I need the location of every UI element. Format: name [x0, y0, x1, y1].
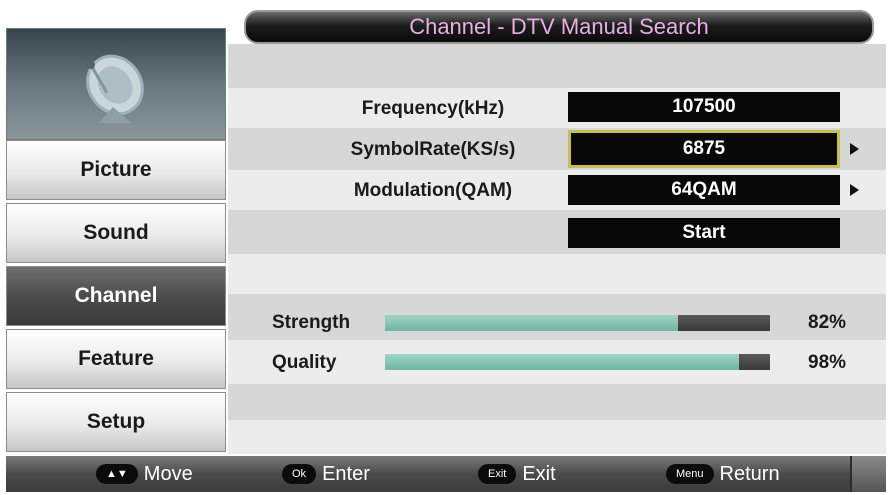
strength-row: Strength 82%: [228, 304, 886, 340]
modulation-value[interactable]: 64QAM: [568, 175, 840, 205]
modulation-arrow-icon[interactable]: [850, 184, 859, 196]
exit-key-icon: Exit: [478, 464, 517, 484]
return-hint: Menu Return: [666, 460, 780, 488]
frequency-label: Frequency(kHz): [361, 98, 505, 119]
spacer-row: [228, 294, 886, 304]
quality-percent: 98%: [808, 352, 847, 373]
symbol-rate-value[interactable]: 6875: [568, 130, 840, 168]
return-label: Return: [719, 462, 780, 485]
sidebar-item-picture[interactable]: Picture: [6, 140, 226, 200]
ok-key-icon: Ok: [282, 464, 317, 484]
sidebar: Picture Sound Channel Feature Setup: [6, 28, 226, 454]
quality-bar: [385, 354, 770, 370]
page-title: Channel - DTV Manual Search: [244, 10, 874, 44]
symbol-rate-arrow-icon[interactable]: [850, 143, 859, 155]
enter-label: Enter: [322, 462, 370, 485]
exit-hint: Exit Exit: [478, 460, 556, 488]
spacer-row: [228, 420, 886, 454]
frequency-value[interactable]: 107500: [568, 92, 840, 122]
start-row[interactable]: Start: [228, 210, 886, 254]
sidebar-item-setup[interactable]: Setup: [6, 392, 226, 452]
spacer-row: [228, 254, 886, 294]
menu-key-icon: Menu: [666, 464, 714, 484]
move-label: Move: [143, 462, 193, 485]
footer-end-cap: [850, 456, 886, 492]
strength-percent: 82%: [808, 312, 847, 333]
spacer-row: [228, 384, 886, 420]
quality-label: Quality: [272, 352, 337, 373]
manual-search-panel: Frequency(kHz) 107500 SymbolRate(KS/s) 6…: [228, 44, 886, 454]
sidebar-item-sound[interactable]: Sound: [6, 203, 226, 263]
quality-bar-fill: [385, 354, 740, 370]
start-button[interactable]: Start: [568, 218, 840, 248]
move-key-icon: ▲▼: [96, 464, 138, 484]
symbol-rate-label: SymbolRate(KS/s): [350, 139, 516, 160]
footer-hints: ▲▼ Move Ok Enter Exit Exit Menu Return: [6, 456, 886, 492]
modulation-label: Modulation(QAM): [353, 180, 513, 201]
strength-bar: [385, 315, 770, 331]
logo-panel: [6, 28, 226, 140]
strength-bar-fill: [385, 315, 678, 331]
frequency-row[interactable]: Frequency(kHz) 107500: [228, 88, 886, 128]
sidebar-item-feature[interactable]: Feature: [6, 329, 226, 389]
satellite-dish-icon: [86, 54, 144, 123]
strength-label: Strength: [272, 312, 351, 333]
exit-label: Exit: [522, 462, 556, 485]
enter-hint: Ok Enter: [282, 460, 370, 488]
symbol-rate-row[interactable]: SymbolRate(KS/s) 6875: [228, 128, 886, 170]
sidebar-item-channel[interactable]: Channel: [6, 266, 226, 326]
header-spacer: [228, 44, 886, 88]
modulation-row[interactable]: Modulation(QAM) 64QAM: [228, 170, 886, 210]
move-hint: ▲▼ Move: [96, 460, 193, 488]
quality-row: Quality 98%: [228, 340, 886, 384]
